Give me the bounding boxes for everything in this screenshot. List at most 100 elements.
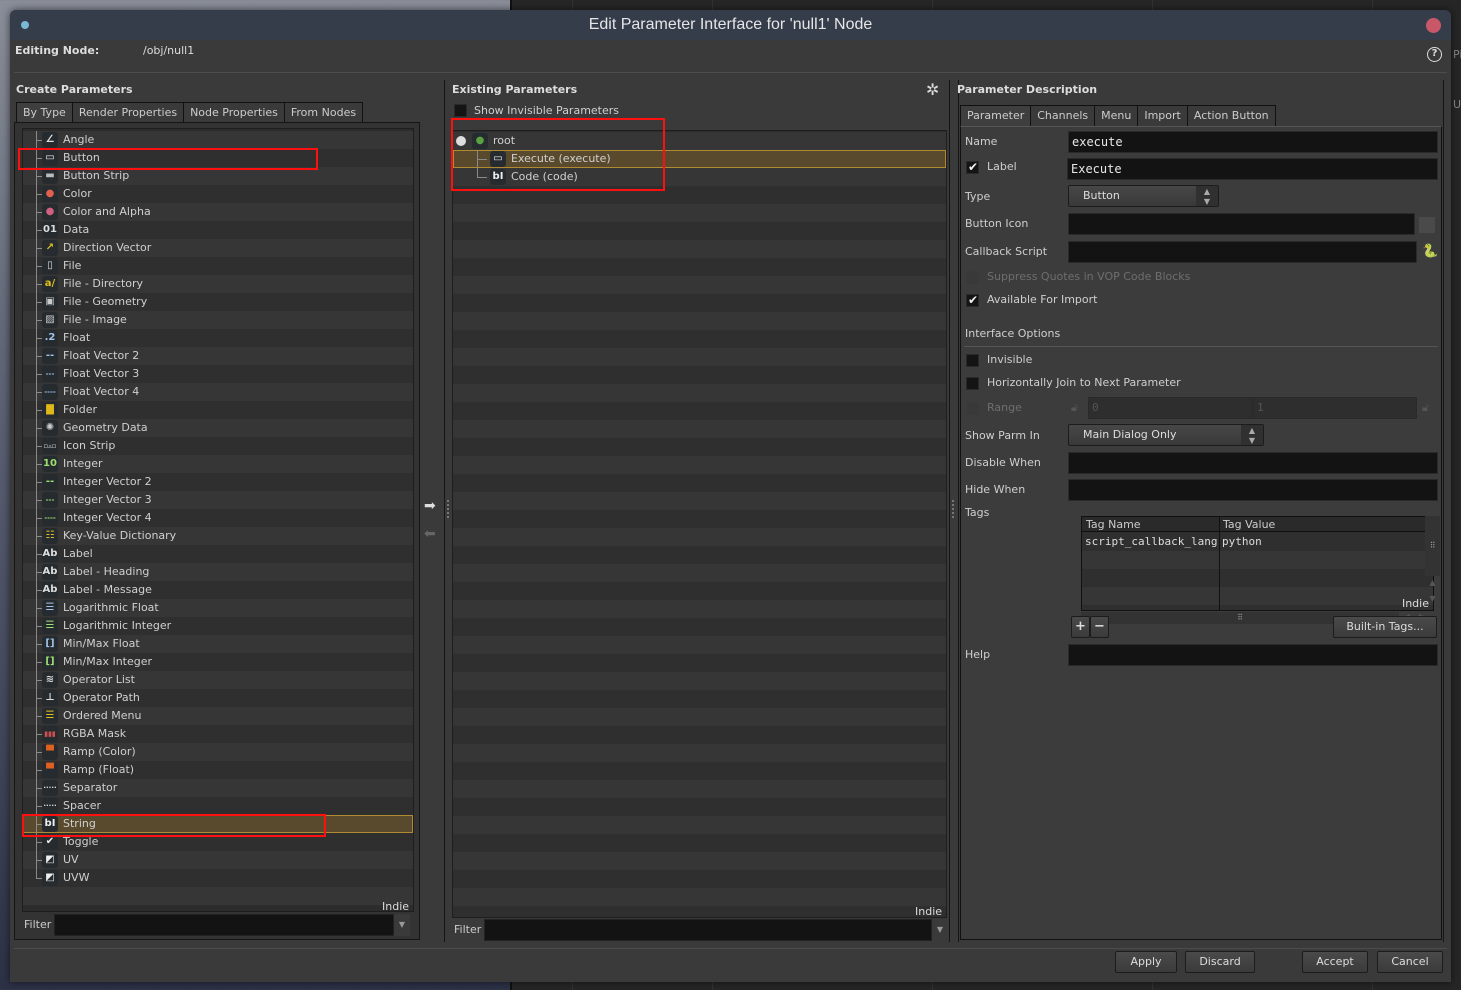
range-max-input[interactable]: 1 xyxy=(1253,397,1417,419)
parameter-type-item[interactable]: --- Float Vector 3 xyxy=(23,365,413,383)
show-invisible-checkbox[interactable] xyxy=(454,104,467,117)
lock-icon[interactable]: 🔓︎ xyxy=(1422,401,1429,415)
parameter-type-item[interactable]: [] Min/Max Float xyxy=(23,635,413,653)
parameter-type-item[interactable]: -- Integer Vector 2 xyxy=(23,473,413,491)
tab-by-type[interactable]: By Type xyxy=(16,102,73,124)
tags-vertical-scrollbar[interactable]: ⠿ xyxy=(1425,516,1440,576)
parameter-type-item[interactable]: ≋ Operator List xyxy=(23,671,413,689)
remove-tag-button[interactable]: − xyxy=(1090,616,1109,638)
splitter-handle[interactable] xyxy=(952,500,954,520)
parameter-type-item[interactable]: Ab Label xyxy=(23,545,413,563)
built-in-tags-button[interactable]: Built-in Tags... xyxy=(1333,616,1437,638)
parameter-type-item[interactable]: ◩ UVW xyxy=(23,869,413,887)
hide-when-input[interactable] xyxy=(1068,479,1438,501)
discard-button[interactable]: Discard xyxy=(1185,951,1255,973)
suppress-quotes-checkbox[interactable] xyxy=(966,271,979,284)
name-input[interactable]: execute xyxy=(1068,131,1438,153)
python-language-icon[interactable]: 🐍 xyxy=(1422,244,1438,260)
parameter-type-item[interactable]: ✺ Geometry Data xyxy=(23,419,413,437)
button-icon-input[interactable] xyxy=(1068,213,1415,235)
title-bar[interactable]: Edit Parameter Interface for 'null1' Nod… xyxy=(10,10,1451,40)
accept-button[interactable]: Accept xyxy=(1302,951,1368,973)
tags-table[interactable]: Tag Name Tag Value script_callback_langu… xyxy=(1081,516,1434,611)
gear-icon[interactable]: ✲ xyxy=(926,80,939,99)
parameter-type-item[interactable]: Ab Label - Message xyxy=(23,581,413,599)
parameter-type-item[interactable]: ---- Integer Vector 4 xyxy=(23,509,413,527)
parameter-type-item[interactable]: 01 Data xyxy=(23,221,413,239)
parameter-type-item[interactable]: a/File - Directory xyxy=(23,275,413,293)
disable-when-input[interactable] xyxy=(1068,452,1438,474)
available-for-import-checkbox[interactable] xyxy=(966,293,979,307)
tab-node-properties[interactable]: Node Properties xyxy=(184,102,285,124)
parameter-type-item[interactable]: ● Color and Alpha xyxy=(23,203,413,221)
tab-menu[interactable]: Menu xyxy=(1095,105,1139,127)
existing-parameters-tree[interactable]: ● root ▭ Execute (execute) bI Code (code) xyxy=(452,130,947,918)
parameter-type-item[interactable]: ☰ Ordered Menu xyxy=(23,707,413,725)
parameter-type-item[interactable]: ▯ File xyxy=(23,257,413,275)
collapse-icon[interactable] xyxy=(456,136,466,146)
parameter-type-item[interactable]: ◩ UV xyxy=(23,851,413,869)
parameter-type-item[interactable]: ····· Separator xyxy=(23,779,413,797)
tree-item[interactable]: bI Code (code) xyxy=(453,168,946,186)
parameter-type-item[interactable]: ▮▮▮ RGBA Mask xyxy=(23,725,413,743)
invisible-checkbox[interactable] xyxy=(966,354,979,367)
remove-parameter-arrow-icon[interactable]: ⬅ xyxy=(424,526,436,542)
scroll-up-icon[interactable]: ▲ xyxy=(1425,578,1440,592)
parameter-type-item[interactable]: ▬ Button Strip xyxy=(23,167,413,185)
create-filter-input[interactable] xyxy=(54,914,394,936)
tag-value-cell[interactable]: python xyxy=(1222,533,1262,551)
column-header-tag-value[interactable]: Tag Value xyxy=(1223,517,1275,532)
parameter-type-item[interactable]: ↗ Direction Vector xyxy=(23,239,413,257)
parameter-type-list[interactable]: ∠ Angle ▭ Button ▬ Button Strip ● Color ● Color a… xyxy=(22,128,414,912)
parameter-type-item[interactable]: ✔ Toggle xyxy=(23,833,413,851)
parameter-type-item[interactable]: ▀ Ramp (Color) xyxy=(23,743,413,761)
show-parm-in-select[interactable]: Main Dialog Only ▲ ▼ xyxy=(1068,424,1264,446)
tab-import[interactable]: Import xyxy=(1138,105,1188,127)
tab-from-nodes[interactable]: From Nodes xyxy=(284,102,364,124)
parameter-type-item[interactable]: ▀ Ramp (Float) xyxy=(23,761,413,779)
lock-icon[interactable]: 🔓︎ xyxy=(1071,401,1078,415)
parameter-type-item[interactable]: -- Float Vector 2 xyxy=(23,347,413,365)
range-checkbox[interactable] xyxy=(966,402,979,415)
filter-dropdown-icon[interactable]: ▼ xyxy=(932,919,948,941)
label-checkbox[interactable] xyxy=(966,160,979,174)
help-input[interactable] xyxy=(1068,644,1438,666)
parameter-type-item[interactable]: --- Integer Vector 3 xyxy=(23,491,413,509)
tab-action-button[interactable]: Action Button xyxy=(1187,105,1276,127)
parameter-type-item[interactable]: ☷ Key-Value Dictionary xyxy=(23,527,413,545)
parameter-type-item[interactable]: Ab Label - Heading xyxy=(23,563,413,581)
parameter-type-item[interactable]: ▣ File - Geometry xyxy=(23,293,413,311)
label-input[interactable]: Execute xyxy=(1067,158,1438,180)
scroll-down-icon[interactable]: ▼ xyxy=(1425,594,1440,608)
parameter-type-item[interactable]: ▭ Button xyxy=(23,149,413,167)
tab-channels[interactable]: Channels xyxy=(1031,105,1096,127)
column-header-tag-name[interactable]: Tag Name xyxy=(1086,517,1141,532)
tab-render-properties[interactable]: Render Properties xyxy=(72,102,185,124)
add-parameter-arrow-icon[interactable]: ➡ xyxy=(424,498,436,514)
icon-chooser-button[interactable] xyxy=(1419,217,1435,233)
parameter-type-item[interactable]: ☰ Logarithmic Float xyxy=(23,599,413,617)
help-icon[interactable]: ? xyxy=(1427,47,1442,62)
range-min-input[interactable]: 0 xyxy=(1088,397,1253,419)
tree-item[interactable]: ▭ Execute (execute) xyxy=(453,150,946,168)
parameter-type-item[interactable]: ▇ Folder xyxy=(23,401,413,419)
parameter-type-item[interactable]: bI String xyxy=(23,815,413,833)
parameter-type-item[interactable]: ▨ File - Image xyxy=(23,311,413,329)
parameter-type-item[interactable]: ☰ Logarithmic Integer xyxy=(23,617,413,635)
parameter-type-item[interactable]: .2 Float xyxy=(23,329,413,347)
cancel-button[interactable]: Cancel xyxy=(1377,951,1443,973)
parameter-type-item[interactable]: ● Color xyxy=(23,185,413,203)
add-tag-button[interactable]: + xyxy=(1071,616,1090,638)
parameter-type-item[interactable]: 10 Integer xyxy=(23,455,413,473)
tree-item[interactable]: ● root xyxy=(453,132,946,150)
callback-script-input[interactable] xyxy=(1068,241,1417,263)
parameter-type-item[interactable]: ····· Spacer xyxy=(23,797,413,815)
horizontal-join-checkbox[interactable] xyxy=(966,377,979,390)
parameter-type-item[interactable]: ---- Float Vector 4 xyxy=(23,383,413,401)
filter-dropdown-icon[interactable]: ▼ xyxy=(394,914,410,936)
parameter-type-item[interactable]: [] Min/Max Integer xyxy=(23,653,413,671)
parameter-type-item[interactable]: ▫▵▫ Icon Strip xyxy=(23,437,413,455)
existing-filter-input[interactable] xyxy=(484,919,932,941)
parameter-type-item[interactable]: ⊥ Operator Path xyxy=(23,689,413,707)
window-menu-icon[interactable] xyxy=(21,21,29,29)
